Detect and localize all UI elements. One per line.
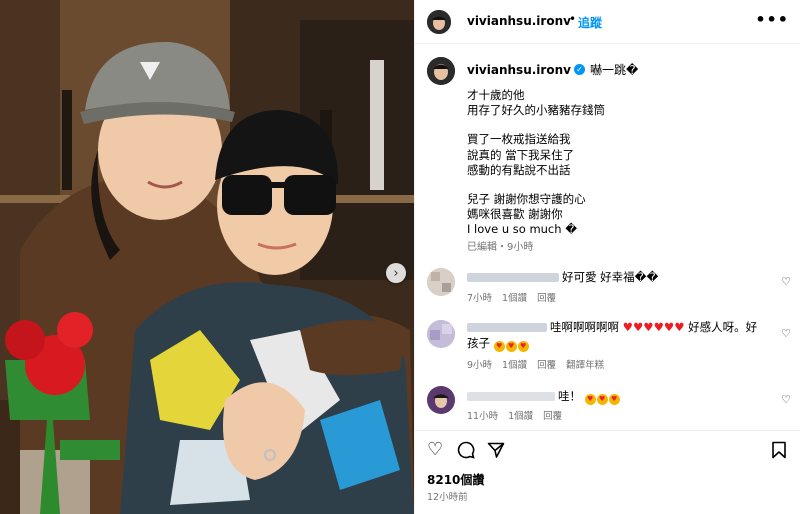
comment-like-heart-icon[interactable]: ♡: [781, 393, 791, 406]
comment-text: 好可愛 好幸福��: [467, 269, 767, 285]
share-icon[interactable]: [487, 441, 505, 463]
comment-time: 11小時: [467, 411, 499, 422]
bookmark-icon[interactable]: [771, 441, 787, 463]
heart-icon[interactable]: ♡: [427, 441, 443, 459]
caption-line: 兒子 謝謝你想守護的心: [467, 192, 586, 207]
separator-dot: ・: [497, 242, 507, 253]
comment-meta: 9小時 1個讚 回覆 翻譯年糕: [467, 357, 604, 371]
reply-button[interactable]: 回覆: [537, 290, 556, 304]
avatar-image: [427, 320, 455, 348]
separator-dot: •: [569, 12, 577, 26]
avatar-image: [427, 386, 455, 414]
heart-eyes-emoji: ♥: [493, 341, 505, 352]
commenter-username-blurred[interactable]: [467, 392, 555, 401]
heart-eyes-emoji: ♥: [517, 341, 529, 352]
caption-line: 用存了好久的小豬豬存錢筒: [467, 103, 605, 118]
reply-button[interactable]: 回覆: [543, 408, 562, 422]
heart-eyes-emoji: ♥: [596, 394, 608, 405]
caption-line: 感動的有點說不出話: [467, 162, 571, 177]
heart-eyes-emoji: ♥: [505, 341, 517, 352]
red-heart-emoji: ♥♥♥♥♥♥: [622, 320, 685, 334]
commenter-username-blurred[interactable]: [467, 323, 547, 332]
comment-text: 哇！ ♥ ♥ ♥: [467, 388, 767, 405]
follow-button[interactable]: 追蹤: [578, 14, 602, 31]
comment-like-heart-icon[interactable]: ♡: [781, 275, 791, 288]
photo-illustration: [0, 0, 414, 514]
post-sidebar: vivianhsu.ironv • 追蹤 ••• vivianhsu.ironv…: [414, 0, 800, 514]
comment-icon[interactable]: [457, 441, 475, 463]
comment-text: 哇啊啊啊啊啊 ♥♥♥♥♥♥ 好感人呀。好孩子 ♥ ♥ ♥: [467, 319, 767, 352]
post-timestamp[interactable]: 12小時前: [427, 489, 468, 503]
avatar-image: [427, 57, 455, 85]
caption-line: 媽咪很喜歡 謝謝你: [467, 207, 563, 222]
avatar-image: [427, 10, 451, 34]
verified-badge-icon: ✓: [573, 64, 585, 75]
caption-meta: 已編輯・9小時: [467, 238, 533, 253]
author-avatar[interactable]: [427, 10, 451, 34]
comment-time: 9小時: [467, 360, 493, 371]
caption-time[interactable]: 9小時: [507, 242, 533, 253]
caption-title: 嚇一跳�: [589, 63, 639, 77]
comment-likes[interactable]: 1個讚: [502, 290, 527, 304]
comment-body: 哇！: [558, 389, 581, 403]
caption-username[interactable]: vivianhsu.ironv: [467, 63, 571, 77]
author-username[interactable]: vivianhsu.ironv: [467, 14, 571, 28]
avatar-image: [427, 268, 455, 296]
commenter-avatar[interactable]: [427, 268, 455, 296]
comment-likes[interactable]: 1個讚: [508, 408, 533, 422]
next-photo-button[interactable]: ›: [386, 263, 406, 283]
action-bar: ♡: [415, 430, 800, 470]
comment-body: 好可愛 好幸福��: [562, 270, 659, 284]
post-photo[interactable]: ›: [0, 0, 414, 514]
edited-label: 已編輯: [467, 242, 497, 253]
caption-text: 才十歲的他 用存了好久的小豬豬存錢筒 買了一枚戒指送給我 說真的 當下我呆住了 …: [467, 88, 787, 238]
chevron-right-icon: ›: [393, 265, 399, 281]
comment-likes[interactable]: 1個讚: [502, 357, 527, 371]
caption-line: I love u so much �: [467, 222, 577, 237]
comment-meta: 11小時 1個讚 回覆: [467, 408, 562, 422]
post-header: vivianhsu.ironv • 追蹤 •••: [415, 0, 800, 44]
caption-line: 才十歲的他: [467, 88, 525, 102]
commenter-avatar[interactable]: [427, 320, 455, 348]
heart-eyes-emoji: ♥: [608, 394, 620, 405]
comment-meta: 7小時 1個讚 回覆: [467, 290, 556, 304]
commenter-avatar[interactable]: [427, 386, 455, 414]
caption-line: 買了一枚戒指送給我: [467, 132, 571, 147]
comment-time: 7小時: [467, 293, 493, 304]
comment-like-heart-icon[interactable]: ♡: [781, 327, 791, 340]
commenter-username-blurred[interactable]: [467, 273, 559, 282]
reply-button[interactable]: 回覆: [537, 357, 556, 371]
translate-button[interactable]: 翻譯年糕: [566, 357, 604, 371]
likes-count[interactable]: 8210個讚: [427, 471, 484, 488]
heart-eyes-emoji: ♥: [584, 394, 596, 405]
comment-body: 哇啊啊啊啊啊: [550, 320, 619, 334]
caption-header: vivianhsu.ironv ✓ 嚇一跳�: [467, 61, 638, 78]
more-icon[interactable]: •••: [755, 10, 789, 29]
caption-author-avatar[interactable]: [427, 57, 455, 85]
caption-line: 說真的 當下我呆住了: [467, 147, 575, 162]
